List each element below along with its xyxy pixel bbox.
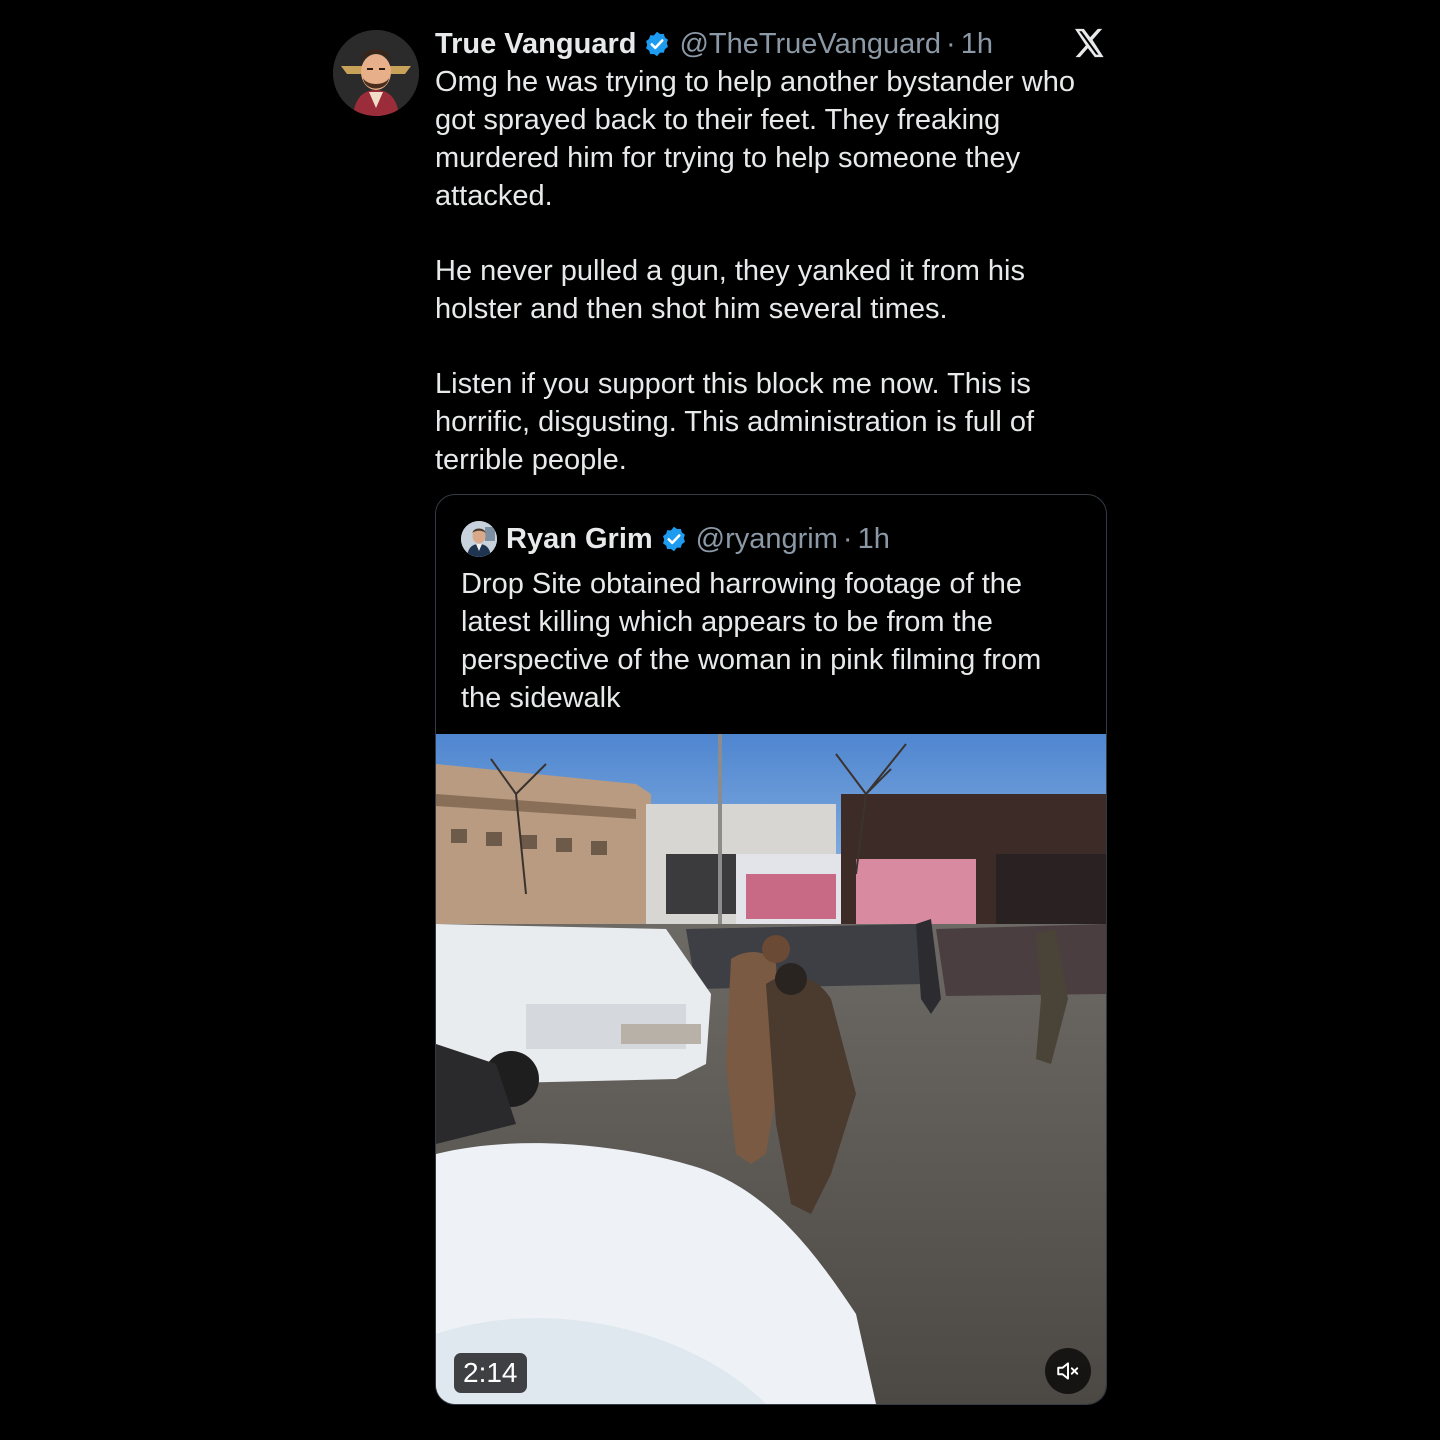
quoted-author-handle[interactable]: @ryangrim [696, 523, 838, 556]
quoted-tweet[interactable]: Ryan Grim @ryangrim · 1h Drop Site obtai… [435, 494, 1107, 1405]
verified-badge-icon [660, 525, 688, 553]
x-logo-icon[interactable] [1071, 26, 1105, 60]
author-handle[interactable]: @TheTrueVanguard [679, 28, 941, 61]
quoted-author-avatar[interactable] [461, 521, 497, 557]
tweet-paragraph: Omg he was trying to help another bystan… [435, 66, 1075, 212]
tweet-paragraph: Listen if you support this block me now.… [435, 368, 1035, 476]
separator-dot: · [946, 27, 956, 60]
video-player[interactable]: 2:14 [436, 734, 1106, 1404]
verified-badge-icon [643, 30, 671, 58]
quoted-author-avatar-photo [461, 521, 497, 557]
author-name[interactable]: True Vanguard [435, 28, 636, 61]
tweet-paragraph: He never pulled a gun, they yanked it fr… [435, 255, 1025, 325]
tweet-text: Omg he was trying to help another bystan… [435, 63, 1107, 516]
tweet-header: True Vanguard @TheTrueVanguard · 1h [435, 24, 993, 64]
author-avatar-illustration [333, 30, 419, 116]
video-duration: 2:14 [454, 1353, 527, 1393]
video-frame [436, 734, 1106, 1404]
speaker-muted-icon[interactable] [1045, 1348, 1091, 1394]
separator-dot: · [842, 522, 853, 555]
author-avatar[interactable] [333, 30, 419, 116]
quoted-tweet-header: Ryan Grim @ryangrim · 1h [461, 520, 890, 558]
quoted-author-name[interactable]: Ryan Grim [506, 523, 653, 556]
quoted-tweet-timestamp[interactable]: 1h [858, 523, 890, 556]
tweet-timestamp[interactable]: 1h [961, 28, 993, 61]
quoted-tweet-text: Drop Site obtained harrowing footage of … [461, 568, 1042, 714]
